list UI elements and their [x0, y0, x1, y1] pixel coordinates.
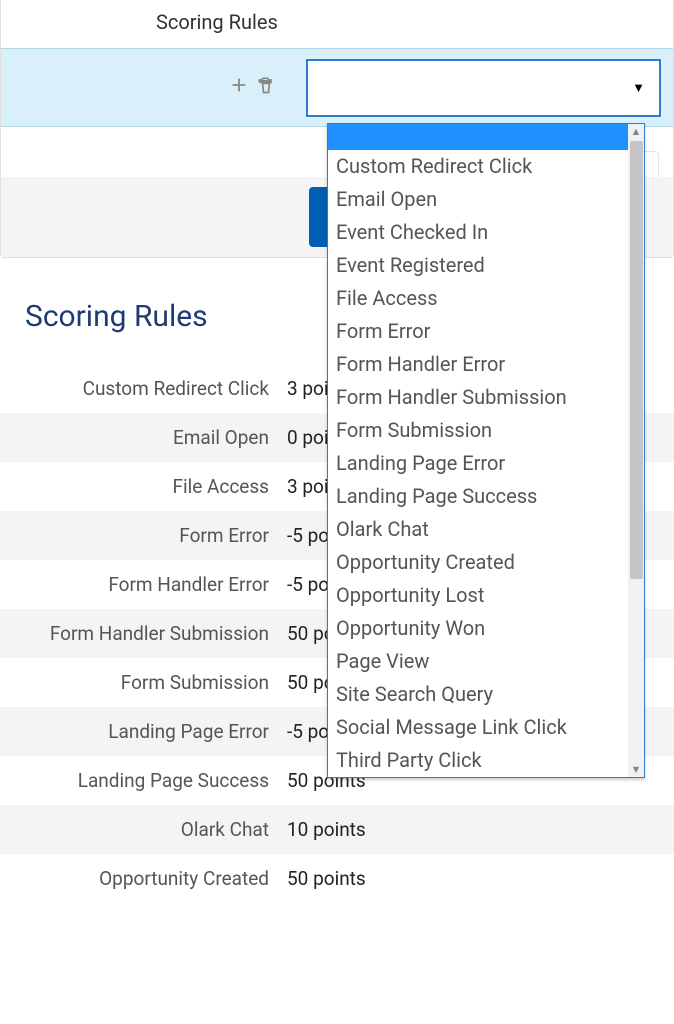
add-icon[interactable]	[228, 74, 250, 101]
dropdown-option[interactable]: Olark Chat	[328, 513, 628, 546]
dropdown-scrollbar[interactable]: ▲ ▼	[628, 124, 644, 777]
rule-value: 10 points	[287, 818, 366, 841]
rule-label: Opportunity Created	[0, 867, 287, 890]
dropdown-option[interactable]: Event Registered	[328, 249, 628, 282]
dropdown-option[interactable]: File Access	[328, 282, 628, 315]
rule-row: ▼	[1, 48, 673, 127]
dropdown-option[interactable]: Form Handler Error	[328, 348, 628, 381]
dropdown-option[interactable]: Site Search Query	[328, 678, 628, 711]
dropdown-option[interactable]: Form Error	[328, 315, 628, 348]
list-item: Olark Chat 10 points	[0, 805, 674, 854]
rule-label: Landing Page Error	[0, 720, 287, 743]
dropdown-option[interactable]: Email Open	[328, 183, 628, 216]
rule-label: Olark Chat	[0, 818, 287, 841]
dropdown-option[interactable]: Opportunity Created	[328, 546, 628, 579]
dropdown-option-blank[interactable]	[328, 124, 628, 150]
rule-label: Form Handler Error	[0, 573, 287, 596]
dropdown-option[interactable]: Opportunity Won	[328, 612, 628, 645]
rule-label: Form Error	[0, 524, 287, 547]
dropdown-option[interactable]: Form Handler Submission	[328, 381, 628, 414]
dropdown-option[interactable]: Landing Page Success	[328, 480, 628, 513]
dropdown-option[interactable]: Page View	[328, 645, 628, 678]
dropdown-option[interactable]: Opportunity Lost	[328, 579, 628, 612]
list-item: Opportunity Created 50 points	[0, 854, 674, 903]
dropdown-option[interactable]: Social Message Link Click	[328, 711, 628, 744]
dropdown-option[interactable]: Third Party Click	[328, 744, 628, 777]
rule-type-select[interactable]: ▼	[306, 59, 661, 117]
rule-label: Landing Page Success	[0, 769, 287, 792]
caret-down-icon: ▼	[632, 80, 645, 96]
rule-value: 50 points	[287, 867, 366, 890]
dropdown-option[interactable]: Custom Redirect Click	[328, 150, 628, 183]
row-action-icons	[1, 74, 306, 101]
scroll-down-icon[interactable]: ▼	[631, 762, 642, 777]
editor-header: Scoring Rules	[1, 0, 673, 48]
dropdown-option[interactable]: Form Submission	[328, 414, 628, 447]
scroll-up-icon[interactable]: ▲	[631, 124, 642, 139]
dropdown-option[interactable]: Event Checked In	[328, 216, 628, 249]
rule-label: Form Handler Submission	[0, 622, 287, 645]
rule-type-dropdown: Custom Redirect Click Email Open Event C…	[327, 123, 645, 778]
rule-label: Form Submission	[0, 671, 287, 694]
trash-icon[interactable]	[256, 74, 276, 101]
primary-button[interactable]	[309, 187, 327, 247]
rule-label: File Access	[0, 475, 287, 498]
scrollbar-thumb[interactable]	[630, 141, 643, 579]
rule-label: Custom Redirect Click	[0, 377, 287, 400]
rule-label: Email Open	[0, 426, 287, 449]
dropdown-option[interactable]: Landing Page Error	[328, 447, 628, 480]
